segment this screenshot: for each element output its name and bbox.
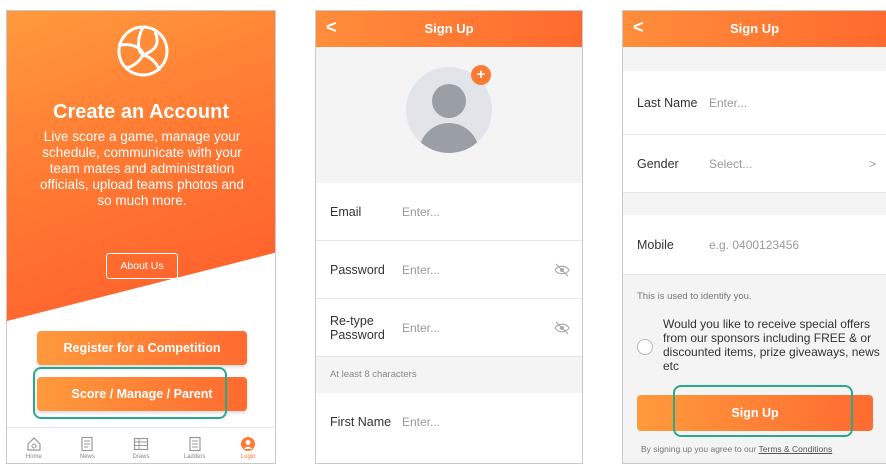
sign-up-screen-2: < Sign Up Last Name Enter... Gender Sele… — [622, 10, 886, 464]
retype-label-line2: Password — [330, 327, 385, 342]
terms-prefix: By signing up you agree to our — [641, 444, 759, 454]
password-hint-row: At least 8 characters — [316, 357, 582, 393]
gender-label: Gender — [637, 156, 679, 171]
retype-password-field[interactable]: Enter... — [402, 321, 440, 335]
add-photo-icon[interactable]: + — [471, 65, 491, 85]
password-hint: At least 8 characters — [330, 369, 417, 380]
email-label: Email — [330, 204, 362, 219]
tab-label: News — [79, 454, 95, 460]
tab-news[interactable]: News — [61, 428, 115, 463]
tab-label: Ladders — [183, 454, 206, 460]
gender-select[interactable]: Select... — [709, 157, 752, 171]
avatar-head — [432, 84, 466, 118]
gender-row[interactable]: Gender Select... > — [623, 135, 886, 193]
tab-label: Home — [25, 454, 42, 460]
header-title: Sign Up — [424, 21, 474, 36]
home-icon — [27, 437, 41, 451]
spacer — [623, 193, 886, 215]
register-competition-button[interactable]: Register for a Competition — [37, 331, 247, 365]
tab-home[interactable]: Home — [7, 428, 61, 463]
chevron-right-icon: > — [868, 156, 876, 171]
eye-hidden-icon[interactable] — [554, 262, 570, 278]
create-account-screen: Create an Account Live score a game, man… — [6, 10, 276, 464]
user-icon — [241, 437, 256, 451]
avatar-body — [419, 123, 479, 153]
password-field[interactable]: Enter... — [402, 263, 440, 277]
profile-photo-area: + — [316, 47, 582, 183]
eye-hidden-icon[interactable] — [554, 320, 570, 336]
spacer — [623, 47, 886, 71]
email-field[interactable]: Enter... — [402, 205, 440, 219]
last-name-field[interactable]: Enter... — [709, 96, 747, 110]
password-label: Password — [330, 262, 385, 277]
header-bar: < Sign Up — [623, 11, 886, 47]
last-name-label: Last Name — [637, 95, 698, 110]
retype-label-line1: Re-type — [330, 313, 374, 328]
retype-password-row: Re-type Password Enter... — [316, 299, 582, 357]
tab-draws[interactable]: Draws — [114, 428, 168, 463]
terms-text: By signing up you agree to our Terms & C… — [641, 444, 832, 454]
news-icon — [81, 436, 93, 452]
bottom-tab-bar: Home News Draws Ladders Login — [7, 427, 275, 463]
ladders-icon — [188, 436, 201, 452]
terms-link[interactable]: Terms & Conditions — [759, 444, 833, 454]
mobile-note: This is used to identify you. — [637, 291, 752, 302]
header-title: Sign Up — [729, 21, 780, 36]
tab-login[interactable]: Login — [221, 428, 275, 463]
password-row: Password Enter... — [316, 241, 582, 299]
tab-ladders[interactable]: Ladders — [168, 428, 222, 463]
mobile-label: Mobile — [637, 237, 674, 252]
offers-radio[interactable] — [637, 339, 653, 355]
mobile-row: Mobile e.g. 0400123456 — [623, 215, 886, 275]
first-name-row: First Name Enter... — [316, 393, 582, 451]
about-us-button[interactable]: About Us — [106, 253, 178, 279]
first-name-label: First Name — [330, 415, 392, 429]
highlight-box — [673, 385, 853, 437]
sign-up-screen-1: < Sign Up + Email Enter... Password Ente… — [315, 10, 583, 464]
header-bar: < Sign Up — [316, 11, 582, 47]
mobile-field[interactable]: e.g. 0400123456 — [709, 238, 799, 252]
tab-label: Draws — [132, 454, 150, 460]
email-row: Email Enter... — [316, 183, 582, 241]
tab-label: Login — [240, 454, 256, 460]
highlight-box — [33, 367, 227, 419]
page-title: Create an Account — [53, 101, 229, 123]
description-text: Live score a game, manage your schedule,… — [40, 129, 244, 208]
offers-opt-in: Would you like to receive special offers… — [623, 309, 886, 389]
draws-icon — [133, 437, 149, 451]
last-name-row: Last Name Enter... — [623, 71, 886, 135]
offers-text: Would you like to receive special offers… — [663, 317, 880, 373]
volleyball-logo-icon — [117, 25, 169, 77]
first-name-field[interactable]: Enter... — [402, 415, 440, 429]
retype-password-label: Re-type Password — [330, 314, 385, 342]
